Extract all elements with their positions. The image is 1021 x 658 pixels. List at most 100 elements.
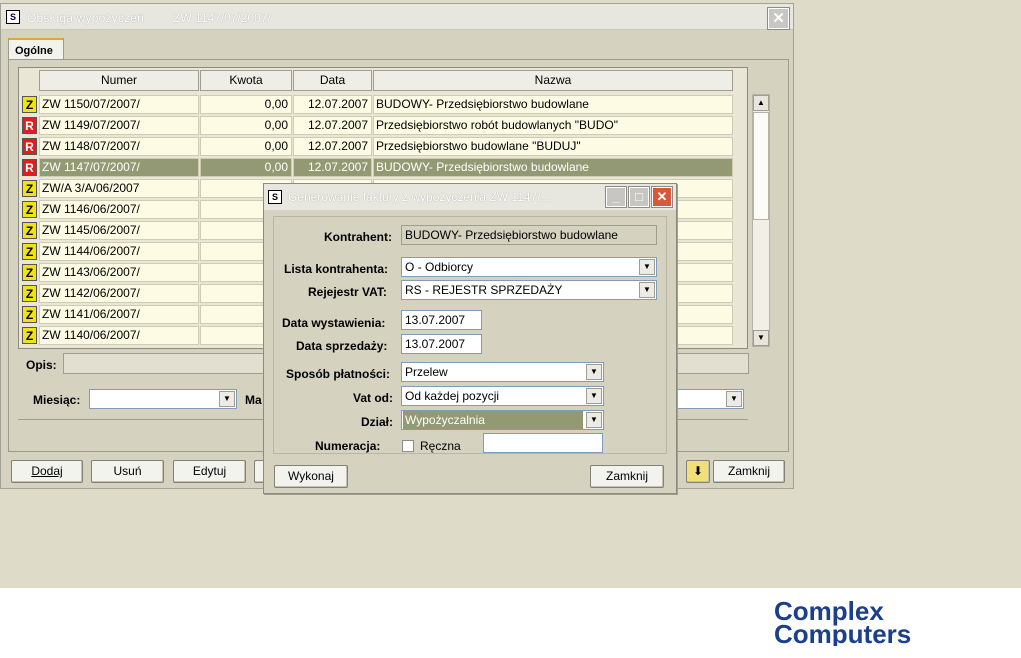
add-button[interactable]: Dodaj xyxy=(11,460,83,483)
status-flag: R xyxy=(22,138,37,155)
cell-nazwa[interactable]: BUDOWY- Przedsiębiorstwo budowlane xyxy=(373,158,733,177)
ma-label: Ma xyxy=(245,393,262,407)
status-flag: Z xyxy=(22,201,37,218)
cell-data[interactable]: 12.07.2007 xyxy=(293,137,372,156)
cell-numer[interactable]: ZW 1146/06/2007/ xyxy=(39,200,199,219)
tab-ogolne[interactable]: Ogólne xyxy=(8,38,64,60)
cell-numer[interactable]: ZW 1142/06/2007/ xyxy=(39,284,199,303)
second-filter-select[interactable]: ▼ xyxy=(676,389,744,409)
scroll-up-icon[interactable]: ▲ xyxy=(753,95,769,111)
chevron-down-icon[interactable]: ▼ xyxy=(219,391,235,407)
data-sprzedazy-label: Data sprzedaży: xyxy=(296,339,388,353)
vat-od-select[interactable]: Od każdej pozycji ▼ xyxy=(401,386,604,406)
rejestr-vat-label: Rejejestr VAT: xyxy=(308,285,387,299)
chevron-down-icon[interactable]: ▼ xyxy=(639,282,655,298)
dialog-app-icon: S xyxy=(268,190,282,204)
maximize-icon[interactable]: □ xyxy=(628,186,650,208)
cell-numer[interactable]: ZW 1149/07/2007/ xyxy=(39,116,199,135)
dialog-title-bar[interactable]: S Generowanie faktury z wypożyczenia ZW … xyxy=(264,184,676,210)
numeracja-input[interactable] xyxy=(483,433,603,453)
cell-kwota[interactable]: 0,00 xyxy=(200,137,292,156)
table-row[interactable]: R ZW 1149/07/2007/0,00 12.07.2007 Przedsięb… xyxy=(21,116,733,135)
dzial-label: Dział: xyxy=(361,415,394,429)
cell-data[interactable]: 12.07.2007 xyxy=(293,116,372,135)
dialog-title: Generowanie faktury z wypożyczenia ZW 11… xyxy=(288,190,551,204)
column-header-kwota[interactable]: Kwota xyxy=(200,70,292,91)
chevron-down-icon[interactable]: ▼ xyxy=(726,391,742,407)
sposob-platnosci-value: Przelew xyxy=(405,365,448,379)
cell-kwota[interactable]: 0,00 xyxy=(200,116,292,135)
edit-button-label: Edytuj xyxy=(192,464,227,478)
delete-button-label: Usuń xyxy=(113,464,142,478)
reczna-checkbox[interactable] xyxy=(402,440,414,452)
close-icon[interactable]: ✕ xyxy=(767,7,790,30)
status-flag: Z xyxy=(22,306,37,323)
cell-numer[interactable]: ZW 1147/07/2007/ xyxy=(39,158,199,177)
table-row[interactable]: R ZW 1147/07/2007/0,00 12.07.2007 BUDOWY- P… xyxy=(21,158,733,177)
reczna-label: Ręczna xyxy=(420,439,461,453)
execute-button-label: Wykonaj xyxy=(288,469,334,483)
miesiac-select[interactable]: ▼ xyxy=(89,389,237,409)
window-doc-number: ZW 1147/07/2007/ xyxy=(173,11,271,25)
chevron-down-icon[interactable]: ▼ xyxy=(586,364,602,380)
miesiac-label: Miesiąc: xyxy=(33,393,81,407)
lista-kontrahenta-select[interactable]: O - Odbiorcy ▼ xyxy=(401,257,657,277)
cell-numer[interactable]: ZW 1141/06/2007/ xyxy=(39,305,199,324)
cell-nazwa[interactable]: Przedsiębiorstwo robót budowlanych "BUDO… xyxy=(373,116,733,135)
chevron-down-icon[interactable]: ▼ xyxy=(586,388,602,404)
cell-numer[interactable]: ZW 1145/06/2007/ xyxy=(39,221,199,240)
execute-button[interactable]: Wykonaj xyxy=(274,465,348,488)
status-flag: R xyxy=(22,159,37,176)
dzial-select[interactable]: Wypożyczalnia ▼ xyxy=(401,410,604,430)
column-header-nazwa[interactable]: Nazwa xyxy=(373,70,733,91)
chevron-down-icon[interactable]: ▼ xyxy=(586,412,602,428)
minimize-icon[interactable]: _ xyxy=(605,186,627,208)
table-row[interactable]: R ZW 1148/07/2007/0,00 12.07.2007 Przedsięb… xyxy=(21,137,733,156)
cell-nazwa[interactable]: BUDOWY- Przedsiębiorstwo budowlane xyxy=(373,95,733,114)
edit-button[interactable]: Edytuj xyxy=(173,460,246,483)
cell-numer[interactable]: ZW 1143/06/2007/ xyxy=(39,263,199,282)
download-icon[interactable]: ⬇ xyxy=(686,460,710,483)
status-flag: Z xyxy=(22,285,37,302)
sposob-platnosci-select[interactable]: Przelew ▼ xyxy=(401,362,604,382)
cell-data[interactable]: 12.07.2007 xyxy=(293,95,372,114)
scroll-down-icon[interactable]: ▼ xyxy=(753,330,769,346)
dialog-close-button-label: Zamknij xyxy=(605,469,648,483)
close-window-button[interactable]: Zamknij xyxy=(713,460,785,483)
numeracja-label: Numeracja: xyxy=(315,439,381,453)
cell-kwota[interactable]: 0,00 xyxy=(200,158,292,177)
cell-numer[interactable]: ZW 1148/07/2007/ xyxy=(39,137,199,156)
complex-computers-logo: Complex Computers xyxy=(774,598,911,646)
column-header-numer[interactable]: Numer xyxy=(39,70,199,91)
table-row[interactable]: Z ZW 1150/07/2007/0,00 12.07.2007 BUDOWY- P… xyxy=(21,95,733,114)
cell-kwota[interactable]: 0,00 xyxy=(200,95,292,114)
title-bar[interactable]: S Obsługa wypożyczeń ZW 1147/07/2007/ ✕ xyxy=(1,4,793,30)
cell-numer[interactable]: ZW 1144/06/2007/ xyxy=(39,242,199,261)
table-scrollbar[interactable]: ▲ ▼ xyxy=(752,94,770,347)
cell-numer[interactable]: ZW 1140/06/2007/ xyxy=(39,326,199,345)
window-title: Obsługa wypożyczeń xyxy=(27,11,144,25)
cell-data[interactable]: 12.07.2007 xyxy=(293,158,372,177)
delete-button[interactable]: Usuń xyxy=(91,460,164,483)
cell-numer[interactable]: ZW/A 3/A/06/2007 xyxy=(39,179,199,198)
logo-line2: Computers xyxy=(774,619,911,646)
lista-kontrahenta-label: Lista kontrahenta: xyxy=(284,262,389,276)
cell-nazwa[interactable]: Przedsiębiorstwo budowlane "BUDUJ" xyxy=(373,137,733,156)
chevron-down-icon[interactable]: ▼ xyxy=(639,259,655,275)
cell-numer[interactable]: ZW 1150/07/2007/ xyxy=(39,95,199,114)
data-sprzedazy-input[interactable]: 13.07.2007 xyxy=(401,334,482,354)
dialog-close-button[interactable]: Zamknij xyxy=(590,465,664,488)
status-flag: Z xyxy=(22,180,37,197)
add-button-label: Dodaj xyxy=(31,464,63,478)
scroll-thumb[interactable] xyxy=(753,112,769,220)
vat-od-value: Od każdej pozycji xyxy=(405,389,500,403)
kontrahent-field: BUDOWY- Przedsiębiorstwo budowlane xyxy=(401,225,657,245)
data-wystawienia-input[interactable]: 13.07.2007 xyxy=(401,310,482,330)
close-icon[interactable]: ✕ xyxy=(651,186,673,208)
generate-invoice-dialog: S Generowanie faktury z wypożyczenia ZW … xyxy=(263,183,677,494)
column-header-data[interactable]: Data xyxy=(293,70,372,91)
vat-od-label: Vat od: xyxy=(353,391,394,405)
app-icon: S xyxy=(6,10,20,24)
close-window-button-label: Zamknij xyxy=(727,464,770,478)
rejestr-vat-select[interactable]: RS - REJESTR SPRZEDAŻY ▼ xyxy=(401,280,657,300)
